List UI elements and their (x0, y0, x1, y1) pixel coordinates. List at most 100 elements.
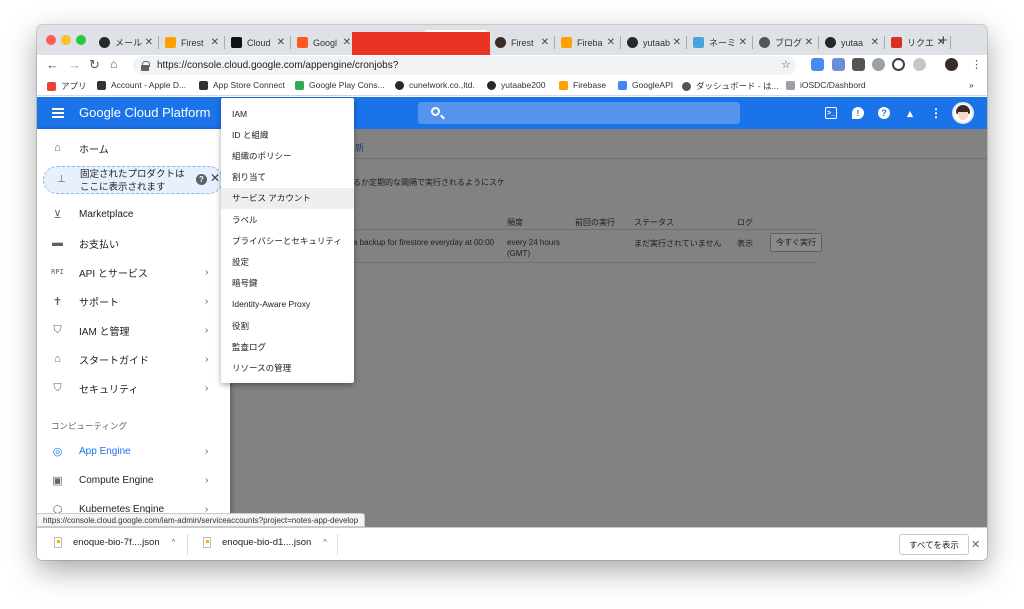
sidebar-item[interactable]: ⛉ セキュリティ › (37, 377, 230, 399)
iam-menu-item[interactable]: 組織のポリシー (221, 145, 354, 166)
update-link[interactable]: 新 (355, 141, 364, 154)
sidebar-item-label: お支払い (79, 239, 119, 251)
downloads-bar: enoque-bio-7f....json ^ enoque-bio-d1...… (37, 527, 987, 560)
iam-menu-item[interactable]: Identity-Aware Proxy (221, 294, 354, 315)
close-tab-icon[interactable]: ✕ (277, 37, 285, 48)
github-icon (825, 37, 836, 48)
iam-menu-item[interactable]: IAM (221, 103, 354, 124)
chevron-up-icon[interactable]: ^ (323, 538, 327, 547)
bookmark-item[interactable]: GoogleAPI (618, 80, 673, 90)
minimize-window-button[interactable] (61, 35, 71, 45)
close-tab-icon[interactable]: ✕ (739, 37, 747, 48)
bookmark-item[interactable]: cunelwork.co.,ltd. (395, 80, 475, 90)
sidebar-item[interactable]: ✝ サポート › (37, 290, 230, 312)
close-tab-icon[interactable]: ✕ (145, 37, 153, 48)
iam-menu-item[interactable]: リソースの管理 (221, 357, 354, 378)
bookmark-item[interactable]: yutaabe200 (487, 80, 545, 90)
tab-label: yutaa (841, 37, 864, 48)
view-log-link[interactable]: 表示 (737, 238, 753, 249)
iam-menu-item[interactable]: ID と組織 (221, 124, 354, 145)
close-tab-icon[interactable]: ✕ (211, 37, 219, 48)
sidebar-item[interactable]: ▬ お支払い (37, 232, 230, 254)
pinned-close-icon[interactable]: ✕ (210, 171, 220, 185)
close-tab-icon[interactable]: ✕ (607, 37, 615, 48)
iam-menu-item[interactable]: 設定 (221, 251, 354, 272)
feedback-icon[interactable]: ! (852, 107, 864, 119)
extension-grey-icon[interactable] (913, 58, 926, 71)
iam-menu-item[interactable]: ラベル (221, 209, 354, 230)
browser-tab[interactable]: yutaab ✕ (621, 30, 687, 55)
browser-tab[interactable]: Googl ✕ (291, 30, 357, 55)
iam-menu-item[interactable]: プライバシーとセキュリティ (221, 230, 354, 251)
browser-tab[interactable]: Firest ✕ (159, 30, 225, 55)
reload-button[interactable]: ↻ (89, 57, 100, 73)
extension-translate-icon[interactable] (811, 58, 824, 71)
download-item[interactable]: enoque-bio-7f....json ^ (54, 537, 175, 548)
download-item[interactable]: enoque-bio-d1....json ^ (203, 537, 327, 548)
sidebar-item[interactable]: ⛉ IAM と管理 › (37, 319, 230, 341)
bookmark-item[interactable]: アプリ (47, 80, 87, 92)
more-options-icon[interactable]: ⋮ (930, 106, 942, 120)
menu-dots-icon[interactable]: ⋮ (971, 58, 982, 71)
help-icon[interactable]: ? (878, 107, 890, 119)
address-bar[interactable]: https://console.cloud.google.com/appengi… (133, 56, 796, 75)
sidebar-item[interactable]: ⌂ ホーム (37, 137, 230, 159)
page-description: るか定期的な間隔で実行されるようにスケ (353, 178, 505, 187)
chevron-up-icon[interactable]: ^ (172, 538, 176, 547)
browser-tab[interactable]: Cloud ✕ (225, 30, 291, 55)
new-tab-button[interactable]: + (939, 32, 948, 49)
iam-menu-item[interactable]: 監査ログ (221, 336, 354, 357)
run-now-button[interactable]: 今すぐ実行 (770, 233, 822, 252)
bookmark-item[interactable]: Account - Apple D... (97, 80, 186, 90)
sidebar-item[interactable]: ▣ Compute Engine › (37, 469, 230, 491)
show-all-downloads-button[interactable]: すべてを表示 (899, 534, 969, 555)
bookmark-item[interactable]: ダッシュボード - は... (682, 80, 779, 92)
close-tab-icon[interactable]: ✕ (673, 37, 681, 48)
close-tab-icon[interactable]: ✕ (805, 37, 813, 48)
hamburger-menu-icon[interactable] (52, 108, 64, 118)
tab-strip: メール✕Firest✕Cloud✕Googl✕データ✕App E✕Firest✕… (37, 25, 987, 55)
search-bar[interactable] (418, 102, 740, 124)
maximize-window-button[interactable] (76, 35, 86, 45)
iam-menu-item[interactable]: 役割 (221, 315, 354, 336)
sidebar-item[interactable]: ⊻ Marketplace (37, 203, 230, 225)
cloud-shell-icon[interactable]: >_ (825, 107, 837, 119)
extension-sync-icon[interactable] (892, 58, 905, 71)
browser-tab[interactable]: Fireba ✕ (555, 30, 621, 55)
notifications-bell-icon[interactable]: ▴ (904, 107, 916, 120)
sidebar-item[interactable]: ◎ App Engine › (37, 440, 230, 462)
profile-avatar-icon[interactable] (945, 58, 958, 71)
close-tab-icon[interactable]: ✕ (541, 37, 549, 48)
browser-tab[interactable]: yutaa ✕ (819, 30, 885, 55)
browser-tab[interactable]: メール ✕ (93, 30, 159, 55)
bookmark-item[interactable]: Google Play Cons... (295, 80, 385, 90)
pinned-help-icon[interactable]: ? (196, 174, 207, 185)
forward-button[interactable]: → (68, 57, 81, 72)
extension-off-icon[interactable] (852, 58, 865, 71)
browser-tab[interactable]: ブログ ✕ (753, 30, 819, 55)
iam-menu-item[interactable]: 暗号鍵 (221, 273, 354, 294)
close-tab-icon[interactable]: ✕ (871, 37, 879, 48)
iam-menu-item[interactable]: サービス アカウント (221, 187, 354, 209)
bookmark-item[interactable]: Firebase (559, 80, 606, 90)
close-window-button[interactable] (46, 35, 56, 45)
browser-tab[interactable]: ネーミ ✕ (687, 30, 753, 55)
gcp-title[interactable]: Google Cloud Platform (79, 105, 211, 120)
sidebar-item[interactable]: ⌂ スタートガイド › (37, 348, 230, 370)
close-tab-icon[interactable]: ✕ (343, 37, 351, 48)
extension-icon[interactable] (832, 58, 845, 71)
home-button[interactable]: ⌂ (110, 57, 117, 71)
iam-menu-item[interactable]: 割り当て (221, 167, 354, 188)
bookmarks-more-button[interactable]: » (969, 80, 974, 90)
bookmark-item[interactable]: iOSDC/Dashbord (786, 80, 866, 90)
sidebar-item[interactable]: RPI API とサービス › (37, 261, 230, 283)
bookmark-star-icon[interactable]: ☆ (781, 58, 791, 71)
iam-shield-icon: ⛉ (53, 323, 62, 336)
account-avatar[interactable] (952, 102, 974, 124)
sidebar-item-label: スタートガイド (79, 355, 149, 367)
close-downloads-icon[interactable]: ✕ (971, 538, 980, 551)
extension-gear-icon[interactable] (872, 58, 885, 71)
browser-tab[interactable]: Firest ✕ (489, 30, 555, 55)
bookmark-item[interactable]: App Store Connect (199, 80, 285, 90)
back-button[interactable]: ← (46, 57, 59, 72)
